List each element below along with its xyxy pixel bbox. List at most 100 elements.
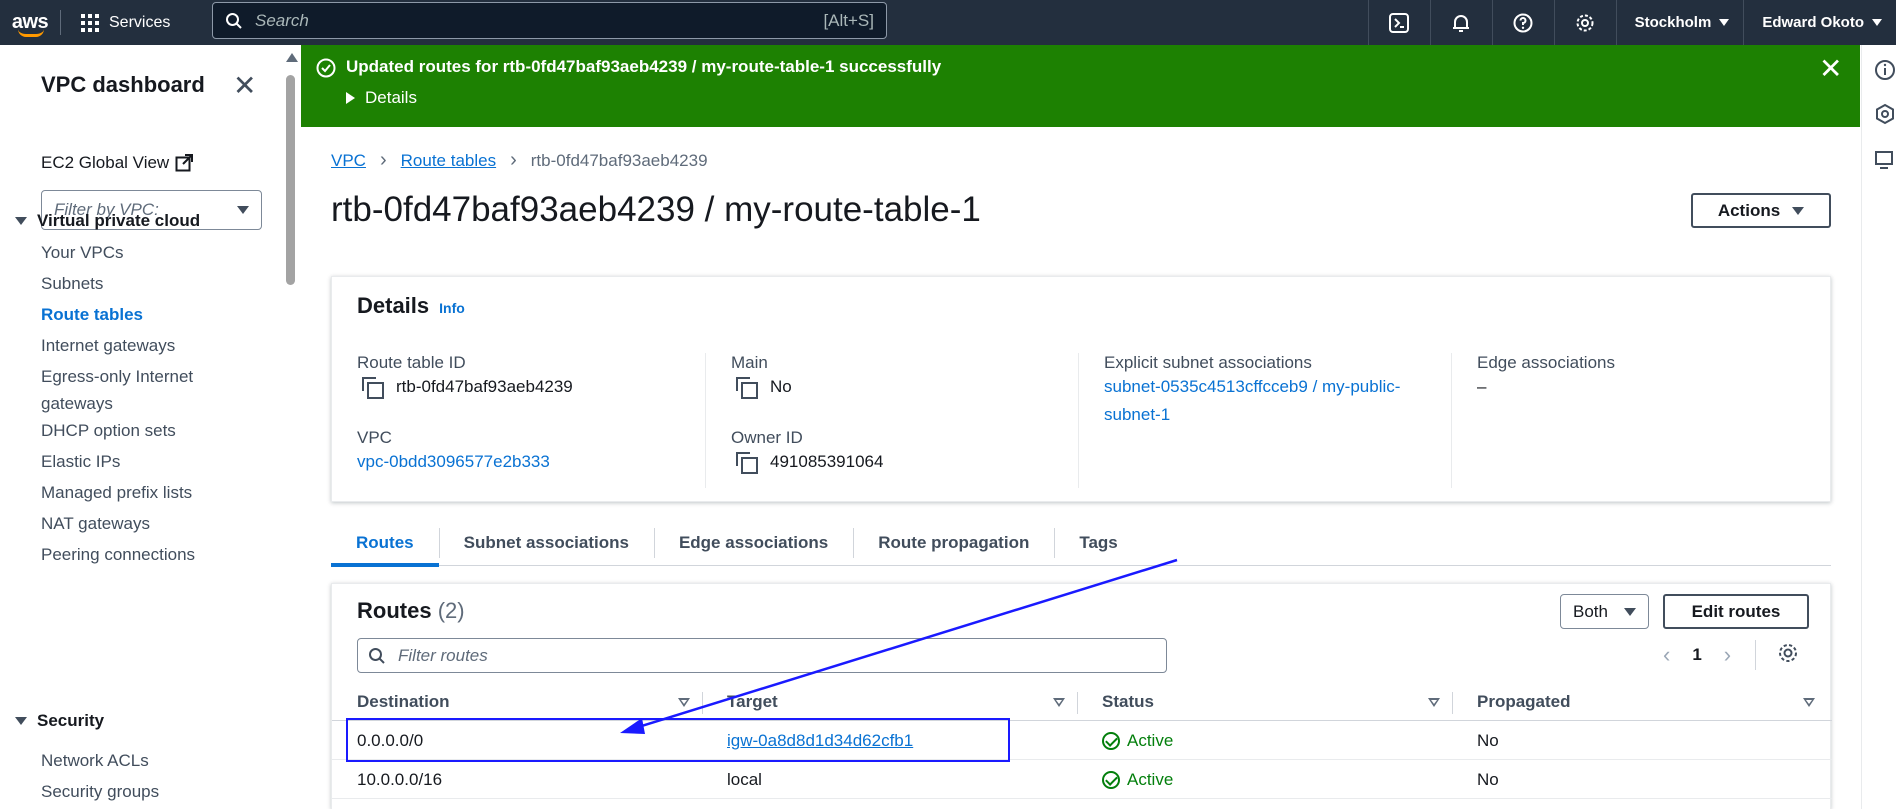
details-col-4: Edge associations – — [1451, 353, 1824, 488]
search-icon — [226, 12, 242, 29]
search-placeholder: Search — [255, 10, 309, 30]
flash-details-label: Details — [365, 88, 417, 107]
sidebar-item-route-tables[interactable]: Route tables — [41, 301, 143, 328]
tab-route-propagation[interactable]: Route propagation — [853, 520, 1054, 566]
close-icon[interactable]: ✕ — [1819, 55, 1842, 83]
chevron-down-icon — [1624, 607, 1636, 616]
details-col-2: Main No Owner ID 491085391064 — [705, 353, 1078, 488]
cell-status: Active — [1077, 770, 1452, 790]
sidebar-item-internet-gateways[interactable]: Internet gateways — [41, 332, 175, 359]
breadcrumb-vpc[interactable]: VPC — [331, 151, 366, 171]
routes-panel: Routes (2) Both Edit routes Filter route… — [331, 583, 1832, 809]
sidebar-item-managed-prefix-lists[interactable]: Managed prefix lists — [41, 479, 192, 506]
copy-icon[interactable] — [736, 377, 758, 399]
cell-propagated: No — [1477, 730, 1499, 750]
section-label: Virtual private cloud — [37, 211, 201, 230]
info-icon[interactable] — [1874, 59, 1896, 81]
copy-icon[interactable] — [362, 377, 384, 399]
scroll-thumb[interactable] — [286, 75, 295, 285]
copy-icon[interactable] — [736, 452, 758, 474]
cell-propagated: No — [1477, 769, 1499, 789]
aws-logo[interactable]: aws — [0, 0, 60, 45]
owner-id: 491085391064 — [770, 452, 884, 471]
sidebar-item-network-acls[interactable]: Network ACLs — [41, 747, 149, 774]
vpc-link[interactable]: vpc-0bdd3096577e2b333 — [357, 448, 550, 476]
details-panel: Details Info Route table ID rtb-0fd47baf… — [331, 276, 1831, 502]
close-icon[interactable]: ✕ — [233, 72, 256, 100]
sidebar-title[interactable]: VPC dashboard — [41, 72, 205, 98]
tab-routes[interactable]: Routes — [331, 520, 439, 567]
tab-edge-associations[interactable]: Edge associations — [653, 520, 853, 566]
search-input[interactable]: Search [Alt+S] — [212, 2, 887, 39]
status-text: Active — [1127, 730, 1174, 750]
explicit-subnet-link[interactable]: subnet-0535c4513cffcceb9 / my-public- su… — [1104, 373, 1400, 429]
help-icon[interactable] — [1491, 0, 1554, 45]
chevron-down-icon — [1792, 206, 1805, 215]
section-label: Security — [37, 711, 105, 730]
section-virtual-private-cloud[interactable]: Virtual private cloud — [15, 211, 200, 231]
route-type-value: Both — [1573, 601, 1608, 621]
chevron-right-icon[interactable]: › — [1724, 642, 1731, 668]
sidebar-scrollbar[interactable] — [283, 45, 298, 809]
tab-subnet-associations[interactable]: Subnet associations — [438, 520, 654, 566]
column-status[interactable]: Status — [1077, 684, 1452, 720]
caret-down-icon — [15, 717, 27, 725]
hexagon-icon[interactable] — [1874, 103, 1896, 125]
info-link[interactable]: Info — [439, 300, 465, 316]
nav-right-group: Stockholm Edward Okoto — [1367, 0, 1896, 45]
filter-routes-placeholder: Filter routes — [398, 645, 488, 665]
chevron-left-icon[interactable]: ‹ — [1663, 642, 1670, 668]
explicit-subnet-line-1: subnet-0535c4513cffcceb9 / my-public- — [1104, 377, 1401, 396]
breadcrumb-route-tables[interactable]: Route tables — [401, 151, 496, 171]
tab-bar: Routes Subnet associations Edge associat… — [331, 520, 1831, 567]
sidebar-item-elastic-ips[interactable]: Elastic IPs — [41, 448, 120, 475]
sort-icon — [678, 697, 690, 707]
sidebar-item-dhcp-option-sets[interactable]: DHCP option sets — [41, 417, 176, 444]
sidebar-item-nat-gateways[interactable]: NAT gateways — [41, 510, 150, 537]
column-propagated[interactable]: Propagated — [1452, 684, 1827, 720]
edit-routes-button[interactable]: Edit routes — [1663, 594, 1809, 629]
cell-target: local — [727, 769, 762, 789]
routes-heading: Routes — [357, 598, 432, 623]
column-target[interactable]: Target — [702, 684, 1077, 720]
caret-right-icon — [346, 92, 355, 104]
details-header: Details Info — [357, 293, 465, 319]
tab-tags[interactable]: Tags — [1054, 520, 1142, 566]
chevron-down-icon — [237, 206, 249, 214]
details-heading: Details — [357, 293, 430, 318]
route-table-id-value: rtb-0fd47baf93aeb4239 — [362, 377, 573, 399]
account-menu[interactable]: Edward Okoto — [1743, 0, 1896, 45]
pagination: ‹ 1 › — [1663, 642, 1731, 668]
table-header: Destination Target Status Propagated — [332, 684, 1832, 721]
page-number[interactable]: 1 — [1692, 645, 1701, 665]
screen-share-icon[interactable] — [1874, 149, 1896, 171]
sidebar-item-security-groups[interactable]: Security groups — [41, 778, 159, 805]
route-table-id-label: Route table ID — [357, 353, 466, 372]
cell-destination: 10.0.0.0/16 — [357, 769, 443, 789]
ec2-global-view-link[interactable]: EC2 Global View — [41, 153, 194, 173]
gear-icon[interactable] — [1777, 642, 1799, 664]
chevron-right-icon: › — [379, 149, 387, 171]
cloudshell-icon[interactable] — [1367, 0, 1430, 45]
route-type-select[interactable]: Both — [1560, 594, 1649, 629]
actions-button[interactable]: Actions — [1691, 193, 1831, 228]
flash-details-toggle[interactable]: Details — [346, 88, 417, 108]
region-selector[interactable]: Stockholm — [1615, 0, 1744, 45]
section-security[interactable]: Security — [15, 711, 104, 731]
services-menu[interactable]: Services — [61, 13, 192, 32]
edge-associations-label: Edge associations — [1477, 353, 1615, 372]
sidebar-item-peering-connections[interactable]: Peering connections — [41, 541, 195, 568]
column-label: Status — [1102, 692, 1154, 711]
column-destination[interactable]: Destination — [332, 684, 702, 720]
filter-routes-input[interactable]: Filter routes — [357, 638, 1167, 673]
sidebar-item-egress-only-internet-gateways[interactable]: Egress-only Internet gateways — [41, 363, 193, 417]
sidebar-item-your-vpcs[interactable]: Your VPCs — [41, 239, 124, 266]
column-label: Destination — [357, 692, 450, 711]
sidebar-item-subnets[interactable]: Subnets — [41, 270, 103, 297]
chevron-right-icon: › — [510, 149, 517, 171]
scroll-up-icon[interactable] — [286, 53, 298, 62]
settings-icon[interactable] — [1553, 0, 1616, 45]
region-label: Stockholm — [1634, 14, 1712, 31]
bell-icon[interactable] — [1429, 0, 1492, 45]
main-label: Main — [731, 353, 768, 372]
